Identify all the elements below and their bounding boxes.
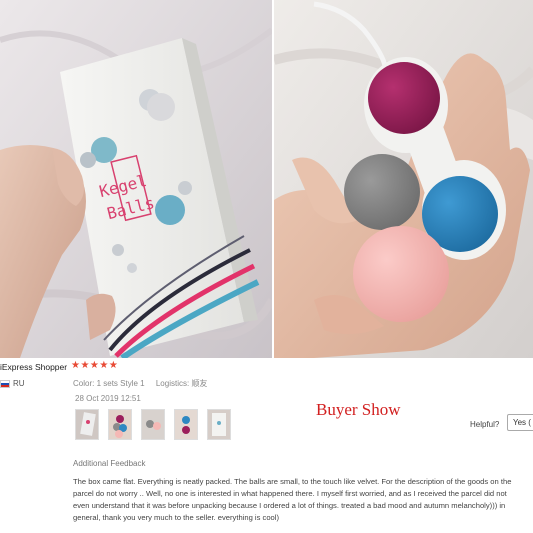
- box-photo[interactable]: Kegel Balls: [0, 0, 272, 358]
- review-panel: iExpress Shopper ★★★★★ RU Color: 1 sets …: [0, 358, 533, 533]
- logistics-label: Logistics:: [155, 379, 190, 388]
- ball-magenta: [368, 62, 440, 134]
- ball-pink: [353, 226, 449, 322]
- shopper-name[interactable]: iExpress Shopper: [0, 362, 67, 372]
- rating-stars: ★★★★★: [71, 360, 119, 371]
- ball-grey: [344, 154, 420, 230]
- logistics-value: 顺友: [191, 379, 208, 388]
- review-thumbnail[interactable]: [207, 409, 231, 440]
- review-date: 28 Oct 2019 12:51: [75, 394, 141, 403]
- product-photos: Kegel Balls: [0, 0, 533, 358]
- buyer-show-watermark: Buyer Show: [316, 400, 401, 419]
- flag-icon: [0, 379, 10, 388]
- review-thumbnail[interactable]: [141, 409, 165, 440]
- review-thumbnail[interactable]: [108, 409, 132, 440]
- review-thumbnails: [75, 409, 231, 440]
- country: RU: [0, 379, 25, 388]
- balls-photo-image: [274, 0, 533, 358]
- color-label: Color:: [73, 379, 95, 388]
- additional-feedback-label: Additional Feedback: [73, 459, 146, 468]
- box-photo-image: Kegel Balls: [0, 0, 272, 358]
- helpful-label: Helpful?: [470, 420, 500, 429]
- color-value: 1 sets Style 1: [96, 379, 145, 388]
- helpful-yes-button[interactable]: Yes (: [507, 414, 533, 431]
- review-thumbnail[interactable]: [75, 409, 99, 440]
- review-thumbnail[interactable]: [174, 409, 198, 440]
- balls-photo[interactable]: [274, 0, 533, 358]
- country-code: RU: [13, 379, 25, 388]
- feedback-text: The box came flat. Everything is neatly …: [73, 477, 512, 522]
- order-meta: Color: 1 sets Style 1 Logistics: 顺友: [73, 378, 207, 389]
